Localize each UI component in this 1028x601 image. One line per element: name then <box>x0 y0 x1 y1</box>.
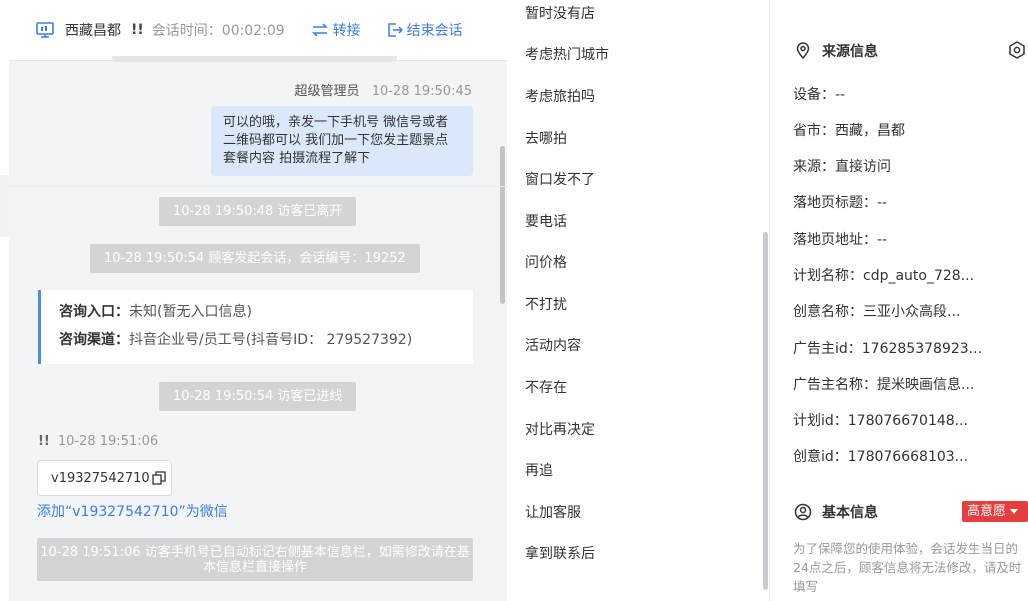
visitor-flag-icon: !! <box>38 434 50 449</box>
transfer-label: 转接 <box>332 23 361 39</box>
visitor-message-meta: !! 10-28 19:51:06 <box>38 434 158 449</box>
field-source: 来源：直接访问 <box>793 159 891 175</box>
monitor-icon <box>36 22 54 38</box>
quick-reply-item[interactable]: 考虑热门城市 <box>525 44 609 64</box>
left-edge-strip <box>0 175 9 237</box>
add-wechat-link[interactable]: 添加“v19327542710”为微信 <box>37 501 228 521</box>
quick-reply-item[interactable]: 暂时没有店 <box>525 3 595 23</box>
quick-reply-list: 暂时没有店 考虑热门城市 考虑旅拍吗 去哪拍 窗口发不了 要电话 问价格 不打扰… <box>507 0 770 601</box>
header-divider <box>9 60 507 61</box>
quick-reply-item[interactable]: 让加客服 <box>525 502 581 522</box>
customer-info-panel: 来源信息 设备：-- 省市：西藏，昌都 来源：直接访问 落地页标题：-- 落地页… <box>771 0 1028 601</box>
entry-value: 未知(暂无入口信息) <box>129 304 252 320</box>
system-message-left: 10-28 19:50:48 访客已离开 <box>159 197 357 226</box>
system-message-joined: 10-28 19:50:54 访客已进线 <box>159 382 357 411</box>
exit-icon <box>387 23 403 37</box>
quick-reply-item[interactable]: 再追 <box>525 460 553 480</box>
end-session-label: 结束会话 <box>406 23 463 39</box>
visitor-message-time: 10-28 19:51:06 <box>57 434 159 449</box>
edit-deadline-note: 为了保障您的使用体验，会话发生当日的24点之后，顾客信息将无法修改，请及时填写 <box>793 541 1022 594</box>
field-creative-name: 创意名称：三亚小众高段... <box>793 304 961 320</box>
agent-message-bubble: 可以的哦，亲发一下手机号 微信号或者二维码都可以 我们加一下您发主题景点 套餐内… <box>211 106 473 176</box>
quick-reply-scrollbar[interactable] <box>763 232 768 590</box>
field-plan-name: 计划名称：cdp_auto_728... <box>793 268 975 284</box>
quick-reply-item[interactable]: 去哪拍 <box>525 128 567 148</box>
quick-reply-item[interactable]: 要电话 <box>525 211 567 231</box>
basic-info-title: 基本信息 <box>794 502 878 522</box>
field-plan-id: 计划id：178076670148... <box>793 413 969 429</box>
quick-reply-item[interactable]: 考虑旅拍吗 <box>525 86 595 106</box>
visitor-location: 西藏昌都 <box>65 23 121 39</box>
quick-reply-item[interactable]: 问价格 <box>525 252 567 272</box>
message-divider <box>9 186 507 187</box>
location-pin-icon <box>796 42 810 60</box>
entry-label: 咨询入口： <box>59 304 129 320</box>
field-device: 设备：-- <box>793 87 846 103</box>
system-notice: 10-28 19:51:06 访客手机号已自动标记右侧基本信息栏，如需修改请在基… <box>37 538 473 581</box>
intent-level-dropdown[interactable]: 高意愿 <box>962 501 1028 522</box>
visitor-code-box[interactable]: v19327542710 <box>37 460 172 496</box>
channel-label: 咨询渠道： <box>59 332 129 348</box>
field-landing-title: 落地页标题：-- <box>793 195 888 211</box>
settings-hex-icon[interactable] <box>1007 40 1027 60</box>
transfer-icon <box>311 23 328 37</box>
field-advertiser-id: 广告主id：176285378923... <box>793 341 983 357</box>
session-timer: 会话时间：00:02:09 <box>151 23 285 39</box>
quick-reply-item[interactable]: 不打扰 <box>525 294 567 314</box>
caret-down-icon <box>1010 509 1019 514</box>
source-info-title: 来源信息 <box>794 41 878 61</box>
field-landing-url: 落地页地址：-- <box>793 232 888 248</box>
quick-reply-item[interactable]: 拿到联系后 <box>525 543 595 563</box>
message-author: 超级管理员 <box>294 84 360 99</box>
chat-panel: 西藏昌都 !! 会话时间：00:02:09 转接 结束会话 超级管理员 10-2… <box>9 0 507 601</box>
copy-icon[interactable] <box>152 471 166 485</box>
message-meta: 超级管理员 10-28 19:50:45 <box>295 80 472 99</box>
header-shadow <box>112 56 397 62</box>
quick-reply-item[interactable]: 活动内容 <box>525 335 581 355</box>
transfer-button[interactable]: 转接 <box>311 20 361 40</box>
quick-reply-item[interactable]: 窗口发不了 <box>525 169 595 189</box>
field-province-city: 省市：西藏，昌都 <box>793 123 905 139</box>
channel-value: 抖音企业号/员工号(抖音号ID： 279527392) <box>129 332 413 348</box>
user-icon <box>794 503 812 521</box>
quick-reply-item[interactable]: 对比再决定 <box>525 419 595 439</box>
system-message-session: 10-28 19:50:54 顾客发起会话，会话编号：19252 <box>90 244 420 273</box>
field-creative-id: 创意id：178076668103... <box>793 449 969 465</box>
consult-info-card: 咨询入口：未知(暂无入口信息) 咨询渠道：抖音企业号/员工号(抖音号ID： 27… <box>38 290 473 364</box>
chat-header: 西藏昌都 !! 会话时间：00:02:09 转接 结束会话 <box>9 0 507 60</box>
flag-icon: !! <box>131 22 144 38</box>
chat-scrollbar[interactable] <box>500 146 505 304</box>
end-session-button[interactable]: 结束会话 <box>387 20 463 40</box>
field-advertiser-name: 广告主名称：提米映画信息... <box>793 377 975 393</box>
visitor-code: v19327542710 <box>51 470 150 486</box>
quick-reply-item[interactable]: 不存在 <box>525 377 567 397</box>
message-time: 10-28 19:50:45 <box>371 84 472 99</box>
intent-level-label: 高意愿 <box>967 504 1007 519</box>
